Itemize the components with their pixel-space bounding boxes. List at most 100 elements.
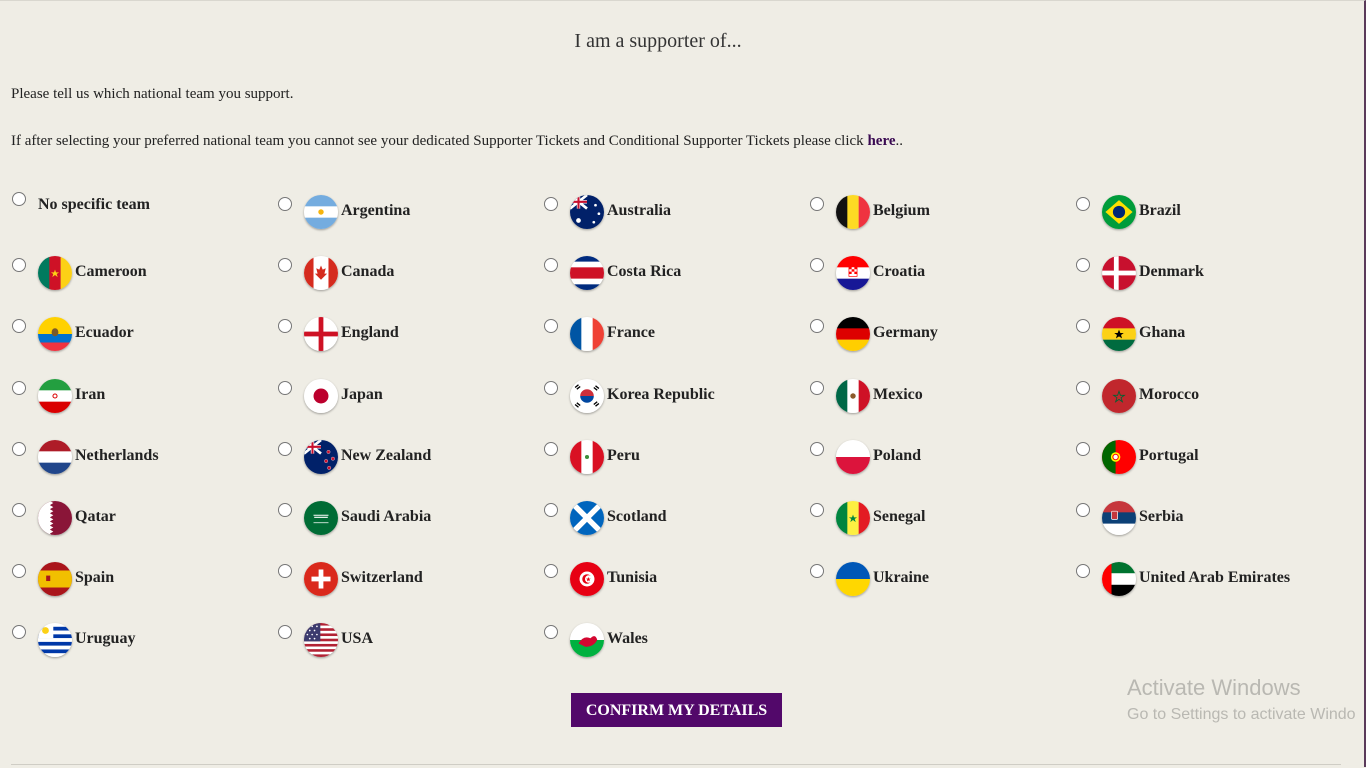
team-option-netherlands[interactable]: Netherlands — [12, 437, 262, 475]
team-label: Peru — [607, 446, 640, 464]
team-option-new-zealand[interactable]: New Zealand — [278, 437, 528, 475]
team-radio-france[interactable] — [544, 319, 558, 334]
team-radio-germany[interactable] — [810, 319, 824, 334]
team-radio-wales[interactable] — [544, 625, 558, 640]
denmark-flag — [1102, 256, 1136, 291]
team-radio-qatar[interactable] — [12, 503, 26, 517]
team-radio-argentina[interactable] — [278, 197, 292, 211]
team-radio-japan[interactable] — [278, 380, 292, 395]
team-label: Costa Rica — [607, 263, 682, 281]
belgium-flag — [836, 195, 870, 229]
team-radio-australia[interactable] — [544, 197, 558, 211]
team-radio-costa-rica[interactable] — [544, 258, 558, 273]
team-option-mexico[interactable]: Mexico — [810, 376, 1060, 414]
team-radio-england[interactable] — [278, 319, 292, 334]
team-radio-ecuador[interactable] — [12, 319, 26, 334]
australia-flag — [570, 195, 604, 229]
team-radio-croatia[interactable] — [810, 258, 824, 273]
team-radio-senegal[interactable] — [810, 503, 824, 517]
team-radio-korea-republic[interactable] — [544, 380, 558, 395]
team-option-australia[interactable]: Australia — [544, 192, 794, 230]
team-label: England — [341, 324, 399, 342]
divider — [11, 764, 1341, 765]
japan-flag — [304, 378, 338, 413]
team-radio-cameroon[interactable] — [12, 258, 26, 273]
team-radio-belgium[interactable] — [810, 197, 824, 211]
team-radio-poland[interactable] — [810, 441, 824, 456]
team-radio-united-arab-emirates[interactable] — [1076, 564, 1090, 579]
team-option-united-arab-emirates[interactable]: United Arab Emirates — [1076, 559, 1326, 597]
team-option-switzerland[interactable]: Switzerland — [278, 559, 528, 597]
usa-flag — [304, 623, 338, 658]
team-option-poland[interactable]: Poland — [810, 437, 1060, 475]
team-option-argentina[interactable]: Argentina — [278, 192, 528, 230]
iran-flag — [38, 378, 72, 413]
team-radio-canada[interactable] — [278, 258, 292, 273]
team-option-spain[interactable]: Spain — [12, 559, 262, 597]
team-option-canada[interactable]: Canada — [278, 253, 528, 291]
team-option-qatar[interactable]: Qatar — [12, 498, 262, 536]
team-option-japan[interactable]: Japan — [278, 376, 528, 414]
team-option-belgium[interactable]: Belgium — [810, 192, 1060, 230]
team-option-ukraine[interactable]: Ukraine — [810, 559, 1060, 597]
team-option-denmark[interactable]: Denmark — [1076, 253, 1326, 291]
team-radio-tunisia[interactable] — [544, 564, 558, 579]
team-radio-netherlands[interactable] — [12, 441, 26, 456]
team-option-peru[interactable]: Peru — [544, 437, 794, 475]
team-radio-peru[interactable] — [544, 441, 558, 456]
team-option-england[interactable]: England — [278, 314, 528, 352]
team-option-scotland[interactable]: Scotland — [544, 498, 794, 536]
team-label: Ecuador — [75, 324, 134, 342]
team-radio-mexico[interactable] — [810, 380, 824, 395]
team-label: Ukraine — [873, 569, 929, 587]
team-option-cameroon[interactable]: Cameroon — [12, 253, 262, 291]
team-option-iran[interactable]: Iran — [12, 376, 262, 414]
team-radio-iran[interactable] — [12, 380, 26, 395]
team-option-brazil[interactable]: Brazil — [1076, 192, 1326, 230]
new-zealand-flag — [304, 439, 338, 474]
team-option-saudi-arabia[interactable]: Saudi Arabia — [278, 498, 528, 536]
team-option-croatia[interactable]: Croatia — [810, 253, 1060, 291]
team-option-ghana[interactable]: Ghana — [1076, 314, 1326, 352]
team-label: Croatia — [873, 263, 926, 281]
ecuador-flag — [38, 317, 72, 352]
team-radio-usa[interactable] — [278, 625, 292, 640]
senegal-flag — [836, 501, 870, 535]
team-option-serbia[interactable]: Serbia — [1076, 498, 1326, 536]
here-link[interactable]: here — [867, 133, 895, 149]
confirm-button[interactable]: CONFIRM MY DETAILS — [571, 693, 782, 727]
team-radio-morocco[interactable] — [1076, 380, 1090, 395]
team-radio-serbia[interactable] — [1076, 503, 1090, 517]
team-radio-portugal[interactable] — [1076, 441, 1090, 456]
team-option-france[interactable]: France — [544, 314, 794, 352]
team-radio-spain[interactable] — [12, 564, 26, 579]
team-radio-new-zealand[interactable] — [278, 441, 292, 456]
team-option-uruguay[interactable]: Uruguay — [12, 620, 262, 658]
team-option-portugal[interactable]: Portugal — [1076, 437, 1326, 475]
team-radio-saudi-arabia[interactable] — [278, 503, 292, 517]
team-option-no-specific-team[interactable]: No specific team — [12, 192, 262, 230]
team-radio-brazil[interactable] — [1076, 197, 1090, 211]
team-radio-ghana[interactable] — [1076, 319, 1090, 334]
team-radio-switzerland[interactable] — [278, 564, 292, 579]
argentina-flag — [304, 195, 338, 229]
team-option-ecuador[interactable]: Ecuador — [12, 314, 262, 352]
team-label: Serbia — [1139, 508, 1184, 525]
saudi-arabia-flag — [304, 501, 338, 535]
cameroon-flag — [38, 256, 72, 291]
team-option-korea-republic[interactable]: Korea Republic — [544, 376, 794, 414]
team-option-senegal[interactable]: Senegal — [810, 498, 1060, 536]
team-radio-scotland[interactable] — [544, 503, 558, 517]
team-option-costa-rica[interactable]: Costa Rica — [544, 253, 794, 291]
brazil-flag — [1102, 195, 1136, 229]
team-option-germany[interactable]: Germany — [810, 314, 1060, 352]
team-option-usa[interactable]: USA — [278, 620, 528, 658]
team-label: France — [607, 324, 655, 342]
team-radio-no-specific-team[interactable] — [12, 192, 26, 206]
team-option-wales[interactable]: Wales — [544, 620, 794, 658]
team-option-tunisia[interactable]: Tunisia — [544, 559, 794, 597]
team-radio-denmark[interactable] — [1076, 258, 1090, 273]
team-option-morocco[interactable]: Morocco — [1076, 376, 1326, 414]
team-radio-uruguay[interactable] — [12, 625, 26, 640]
team-radio-ukraine[interactable] — [810, 564, 824, 579]
